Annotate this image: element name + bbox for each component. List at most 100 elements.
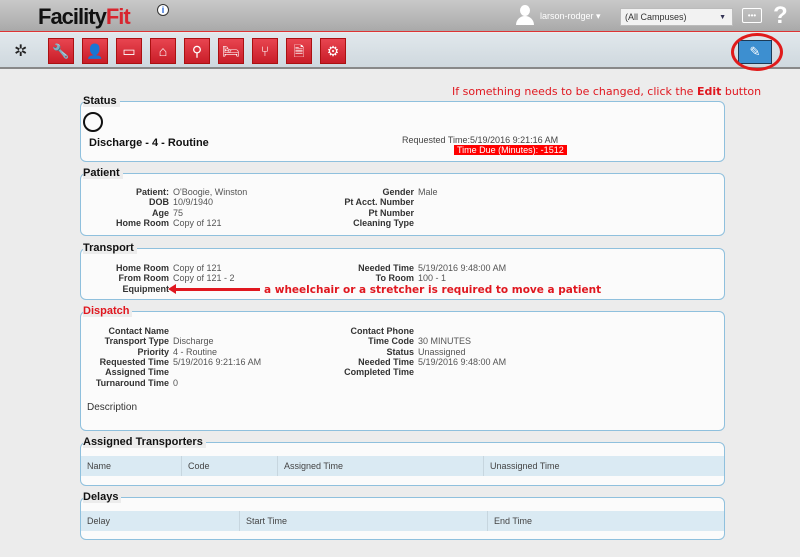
field-label: Contact Phone <box>350 326 414 336</box>
field-value: Male <box>418 187 438 197</box>
dispatch-legend: Dispatch <box>83 305 133 317</box>
dispatch-field: Contact Phone <box>301 326 418 336</box>
chair-icon[interactable]: ⑂ <box>252 38 278 64</box>
field-label: Completed Time <box>344 367 414 378</box>
dispatch-field: Completed Time <box>301 367 418 377</box>
user-avatar-icon[interactable] <box>516 5 534 25</box>
field-label: Patient: <box>135 187 169 197</box>
hint-text: If something needs to be changed, click … <box>452 85 697 98</box>
field-label: Requested Time <box>99 356 169 367</box>
campus-select[interactable]: (All Campuses) ▼ <box>620 8 733 26</box>
arrow-annotation <box>168 284 260 294</box>
column-header[interactable]: Code <box>181 456 277 476</box>
document-icon[interactable]: 🗎 <box>286 38 312 64</box>
dispatch-field: Priority 4 - Routine <box>81 347 217 357</box>
campus-value: (All Campuses) <box>625 12 687 22</box>
transport-field: To Room 100 - 1 <box>301 273 446 283</box>
patient-field: Patient: O'Boogie, Winston <box>81 187 247 197</box>
house-icon[interactable]: ⌂ <box>150 38 176 64</box>
gears-icon[interactable]: ⚙ <box>320 38 346 64</box>
logo-text: Facility <box>38 4 107 29</box>
bed-icon[interactable]: 🛏 <box>218 38 244 64</box>
patient-legend: Patient <box>83 167 123 179</box>
delays-table-header: Delay Start Time End Time <box>81 511 724 531</box>
patient-field: Home Room Copy of 121 <box>81 218 222 228</box>
transport-field: Needed Time 5/19/2016 9:48:00 AM <box>301 263 506 273</box>
status-title: Discharge - 4 - Routine <box>89 137 209 149</box>
field-label: Pt Acct. Number <box>344 197 414 208</box>
requested-time: Requested Time:5/19/2016 9:21:16 AM <box>402 135 559 145</box>
dispatch-field: Needed Time 5/19/2016 9:48:00 AM <box>301 357 506 367</box>
field-value: O'Boogie, Winston <box>173 187 248 197</box>
dispatch-field: Transport Type Discharge <box>81 336 214 346</box>
field-value: 5/19/2016 9:48:00 AM <box>418 263 507 273</box>
column-header[interactable]: Name <box>81 456 181 476</box>
patient-field: Gender Male <box>301 187 438 197</box>
field-value: 5/19/2016 9:21:16 AM <box>173 356 262 367</box>
field-label: Transport Type <box>104 336 169 347</box>
transport-legend: Transport <box>83 242 137 254</box>
status-circle-icon <box>83 112 103 132</box>
field-value: 5/19/2016 9:48:00 AM <box>418 356 507 367</box>
field-value: Copy of 121 <box>173 263 222 273</box>
field-value: 4 - Routine <box>173 346 218 357</box>
column-header[interactable]: Unassigned Time <box>483 456 724 476</box>
field-value: Copy of 121 - 2 <box>173 273 235 284</box>
column-header[interactable]: Start Time <box>239 511 487 531</box>
app-header: FacilityFit i larson-rodger ▾ (All Campu… <box>0 0 800 32</box>
user-menu[interactable]: larson-rodger ▾ <box>540 11 601 22</box>
field-label: Gender <box>382 187 414 197</box>
chat-icon[interactable]: ••• <box>742 8 762 23</box>
field-value: 75 <box>173 207 184 218</box>
dispatch-field: Requested Time 5/19/2016 9:21:16 AM <box>81 357 261 367</box>
patient-field: Cleaning Type <box>301 218 418 228</box>
search-icon[interactable]: ⚲ <box>184 38 210 64</box>
field-label: Home Room <box>115 217 169 228</box>
field-label: To Room <box>375 273 414 284</box>
dispatch-panel: Dispatch Description Contact Name Transpo… <box>80 305 725 431</box>
monitor-icon[interactable]: ▭ <box>116 38 142 64</box>
time-due-badge: Time Due (Minutes): -1512 <box>454 145 567 155</box>
field-label: From Room <box>118 273 170 284</box>
patient-field: Pt Acct. Number <box>301 197 418 207</box>
field-label: Equipment <box>122 283 170 294</box>
info-icon[interactable]: i <box>157 4 169 16</box>
transport-field: Equipment <box>81 284 173 294</box>
help-icon[interactable]: ? <box>773 2 788 30</box>
wrench-icon[interactable]: 🔧 <box>48 38 74 64</box>
facilityfit-logo[interactable]: FacilityFit <box>38 4 131 30</box>
status-legend: Status <box>83 95 120 107</box>
transport-field: From Room Copy of 121 - 2 <box>81 273 235 283</box>
assigned-transporters-panel: Assigned Transporters Name Code Assigned T… <box>80 436 725 486</box>
hint-bold: Edit <box>696 85 722 98</box>
patient-field: Age 75 <box>81 208 183 218</box>
dispatch-field: Contact Name <box>81 326 173 336</box>
field-label: Needed Time <box>358 263 414 273</box>
person-icon[interactable]: 👤 <box>82 38 108 64</box>
patient-field: DOB 10/9/1940 <box>81 197 213 207</box>
edit-hint-annotation: If something needs to be changed, click … <box>452 85 761 98</box>
assigned-legend: Assigned Transporters <box>83 436 206 448</box>
field-label: Time Code <box>368 336 414 347</box>
chevron-down-icon: ▼ <box>719 14 726 21</box>
column-header[interactable]: Delay <box>81 511 239 531</box>
toolbar: ✲ 🔧 👤 ▭ ⌂ ⚲ 🛏 ⑂ 🗎 ⚙ <box>0 33 800 69</box>
field-value: 100 - 1 <box>418 273 447 284</box>
patient-field: Pt Number <box>301 208 418 218</box>
logo-accent: Fit <box>105 4 131 29</box>
field-label: Priority <box>137 346 169 357</box>
column-header[interactable]: Assigned Time <box>277 456 483 476</box>
transport-field: Home Room Copy of 121 <box>81 263 222 273</box>
column-header[interactable]: End Time <box>487 511 724 531</box>
delays-panel: Delays Delay Start Time End Time <box>80 491 725 540</box>
field-label: Turnaround Time <box>95 377 169 388</box>
hint-text-end: button <box>721 85 762 98</box>
description-label: Description <box>87 402 138 413</box>
field-label: Age <box>151 207 169 218</box>
field-label: Needed Time <box>358 356 414 367</box>
compass-icon[interactable]: ✲ <box>14 41 27 61</box>
field-value: Unassigned <box>418 346 466 357</box>
delays-legend: Delays <box>83 491 122 503</box>
field-label: Status <box>386 346 414 357</box>
field-label: Home Room <box>115 263 169 273</box>
